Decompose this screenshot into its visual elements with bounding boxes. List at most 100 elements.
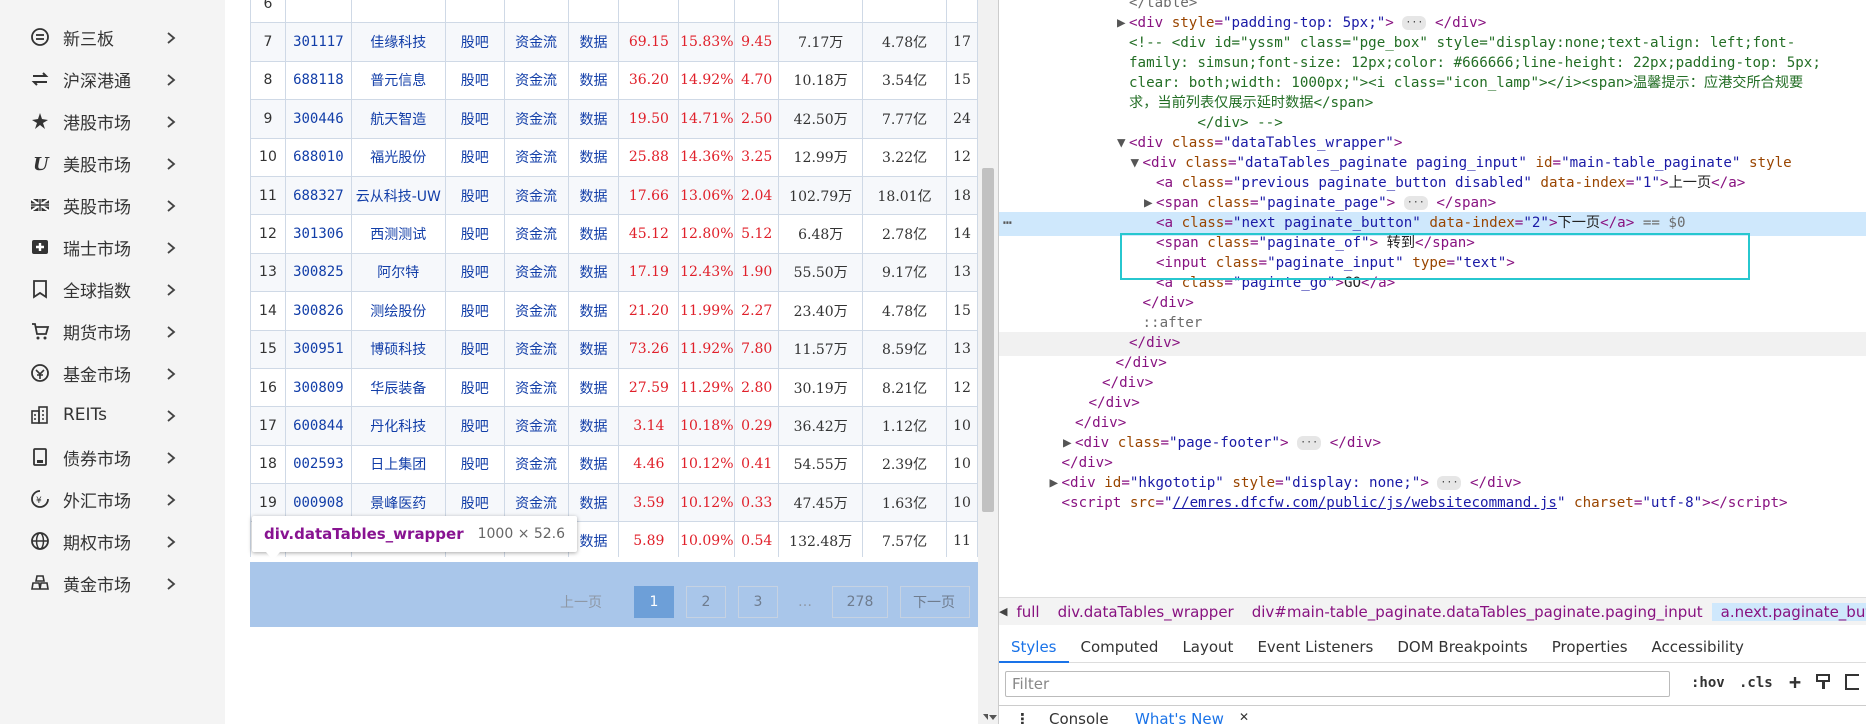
stock-code-link[interactable]: 300446 bbox=[293, 111, 344, 127]
table-cell-guba-link[interactable]: 股吧 bbox=[444, 252, 505, 293]
fund-flow-link[interactable]: 资金流 bbox=[515, 342, 557, 358]
stock-code-link[interactable]: 300825 bbox=[293, 264, 344, 280]
table-cell-stock-name-link[interactable]: 普元信息 bbox=[350, 60, 446, 101]
stock-name-link[interactable]: 景峰医药 bbox=[370, 496, 426, 512]
table-cell-guba-link[interactable]: 股吧 bbox=[444, 406, 505, 446]
stock-code-link[interactable]: 000908 bbox=[293, 495, 344, 511]
breadcrumb-item-current[interactable]: a.next.paginate_button bbox=[1711, 602, 1866, 621]
table-cell-stock-code-link[interactable]: 688010 bbox=[284, 137, 352, 177]
stock-code-link[interactable]: 688010 bbox=[293, 149, 344, 165]
sidebar-item[interactable]: 黄金市场 bbox=[0, 558, 225, 608]
fund-flow-link[interactable]: 资金流 bbox=[515, 496, 557, 512]
guba-link[interactable]: 股吧 bbox=[461, 342, 489, 358]
stock-code-link[interactable]: 301306 bbox=[293, 226, 344, 242]
tab-whats-new[interactable]: What's New bbox=[1135, 710, 1224, 724]
table-cell-guba-link[interactable]: 股吧 bbox=[444, 214, 505, 254]
fund-flow-link[interactable]: 资金流 bbox=[515, 112, 557, 128]
fund-flow-link[interactable]: 资金流 bbox=[515, 419, 557, 435]
stock-code-link[interactable]: 300809 bbox=[293, 380, 344, 396]
table-cell-data-link[interactable]: 数据 bbox=[567, 175, 620, 216]
table-cell-fund-flow-link[interactable]: 资金流 bbox=[503, 406, 569, 446]
stock-name-link[interactable]: 日上集团 bbox=[370, 457, 426, 473]
fund-flow-link[interactable]: 资金流 bbox=[515, 381, 557, 397]
cls-toggle-button[interactable]: .cls bbox=[1739, 675, 1773, 691]
table-cell-data-link[interactable]: 数据 bbox=[567, 60, 620, 101]
data-link[interactable]: 数据 bbox=[579, 496, 607, 512]
stock-code-link[interactable]: 688118 bbox=[293, 72, 344, 88]
table-cell-guba-link[interactable]: 股吧 bbox=[444, 329, 505, 369]
table-cell-data-link[interactable]: 数据 bbox=[567, 444, 620, 485]
table-cell-fund-flow-link[interactable]: 资金流 bbox=[503, 60, 569, 101]
tab-layout[interactable]: Layout bbox=[1170, 631, 1245, 663]
stock-name-link[interactable]: 华辰装备 bbox=[370, 381, 426, 397]
tab-styles[interactable]: Styles bbox=[999, 631, 1069, 663]
styles-filter-input[interactable] bbox=[1005, 671, 1670, 697]
data-link[interactable]: 数据 bbox=[579, 112, 607, 128]
data-link[interactable]: 数据 bbox=[579, 265, 607, 281]
tab-dom-breakpoints[interactable]: DOM Breakpoints bbox=[1385, 631, 1539, 663]
table-cell-stock-name-link[interactable]: 云从科技-UW bbox=[350, 175, 446, 216]
table-cell-data-link[interactable]: 数据 bbox=[567, 99, 620, 139]
guba-link[interactable]: 股吧 bbox=[461, 265, 489, 281]
fund-flow-link[interactable]: 资金流 bbox=[515, 227, 557, 243]
scroll-down-arrow-icon[interactable] bbox=[989, 715, 997, 720]
stock-name-link[interactable]: 西测测试 bbox=[370, 227, 426, 243]
data-link[interactable]: 数据 bbox=[579, 381, 607, 397]
tab-event-listeners[interactable]: Event Listeners bbox=[1245, 631, 1385, 663]
page-scrollbar-thumb[interactable] bbox=[982, 168, 994, 512]
prev-page-link[interactable]: 上一页 bbox=[560, 592, 602, 612]
guba-link[interactable]: 股吧 bbox=[461, 35, 489, 51]
fund-flow-link[interactable]: 资金流 bbox=[515, 73, 557, 89]
table-cell-stock-code-link[interactable]: 300446 bbox=[284, 99, 352, 139]
data-link[interactable]: 数据 bbox=[579, 534, 607, 550]
stock-name-link[interactable]: 博硕科技 bbox=[370, 342, 426, 358]
data-link[interactable]: 数据 bbox=[579, 419, 607, 435]
table-cell-stock-code-link[interactable]: 300951 bbox=[284, 329, 352, 369]
guba-link[interactable]: 股吧 bbox=[461, 496, 489, 512]
fund-flow-link[interactable]: 资金流 bbox=[515, 457, 557, 473]
stock-name-link[interactable]: 佳缘科技 bbox=[370, 35, 426, 51]
table-cell-guba-link[interactable]: 股吧 bbox=[444, 137, 505, 177]
stock-name-link[interactable]: 普元信息 bbox=[370, 73, 426, 89]
fund-flow-link[interactable]: 资金流 bbox=[515, 150, 557, 166]
table-cell-stock-name-link[interactable]: 博硕科技 bbox=[350, 329, 446, 369]
data-link[interactable]: 数据 bbox=[579, 304, 607, 320]
sidebar-toggle-icon[interactable] bbox=[1845, 673, 1863, 695]
table-cell-stock-code-link[interactable]: 300825 bbox=[284, 252, 352, 293]
stock-name-link[interactable]: 福光股份 bbox=[370, 150, 426, 166]
paint-brush-icon[interactable] bbox=[1815, 673, 1833, 695]
guba-link[interactable]: 股吧 bbox=[461, 304, 489, 320]
guba-link[interactable]: 股吧 bbox=[461, 150, 489, 166]
table-cell-fund-flow-link[interactable]: 资金流 bbox=[503, 444, 569, 485]
table-cell-fund-flow-link[interactable]: 资金流 bbox=[503, 137, 569, 177]
table-cell-stock-name-link[interactable]: 测绘股份 bbox=[350, 291, 446, 331]
table-cell-guba-link[interactable]: 股吧 bbox=[444, 367, 505, 408]
page-button-3[interactable]: 3 bbox=[738, 586, 778, 618]
table-cell-stock-code-link[interactable]: 301306 bbox=[284, 214, 352, 254]
table-cell-stock-code-link[interactable]: 002593 bbox=[284, 444, 352, 485]
table-cell-stock-code-link[interactable] bbox=[284, 0, 352, 24]
data-link[interactable]: 数据 bbox=[579, 189, 607, 205]
table-cell-guba-link[interactable] bbox=[444, 0, 505, 24]
table-cell-guba-link[interactable]: 股吧 bbox=[444, 291, 505, 331]
table-cell-data-link[interactable]: 数据 bbox=[567, 137, 620, 177]
table-cell-stock-name-link[interactable] bbox=[350, 0, 446, 24]
table-cell-fund-flow-link[interactable]: 资金流 bbox=[503, 291, 569, 331]
table-cell-guba-link[interactable]: 股吧 bbox=[444, 175, 505, 216]
stock-code-link[interactable]: 300826 bbox=[293, 303, 344, 319]
fund-flow-link[interactable]: 资金流 bbox=[515, 35, 557, 51]
stock-code-link[interactable]: 301117 bbox=[293, 34, 344, 50]
table-cell-stock-name-link[interactable]: 西测测试 bbox=[350, 214, 446, 254]
table-cell-stock-code-link[interactable]: 600844 bbox=[284, 406, 352, 446]
table-cell-fund-flow-link[interactable]: 资金流 bbox=[503, 329, 569, 369]
table-cell-fund-flow-link[interactable] bbox=[503, 0, 569, 24]
table-cell-stock-name-link[interactable]: 福光股份 bbox=[350, 137, 446, 177]
table-cell-fund-flow-link[interactable]: 资金流 bbox=[503, 367, 569, 408]
stock-code-link[interactable]: 002593 bbox=[293, 456, 344, 472]
stock-name-link[interactable]: 阿尔特 bbox=[377, 265, 419, 281]
page-button-2[interactable]: 2 bbox=[686, 586, 726, 618]
guba-link[interactable]: 股吧 bbox=[461, 457, 489, 473]
data-link[interactable]: 数据 bbox=[579, 150, 607, 166]
table-cell-fund-flow-link[interactable]: 资金流 bbox=[503, 252, 569, 293]
tab-computed[interactable]: Computed bbox=[1069, 631, 1171, 663]
